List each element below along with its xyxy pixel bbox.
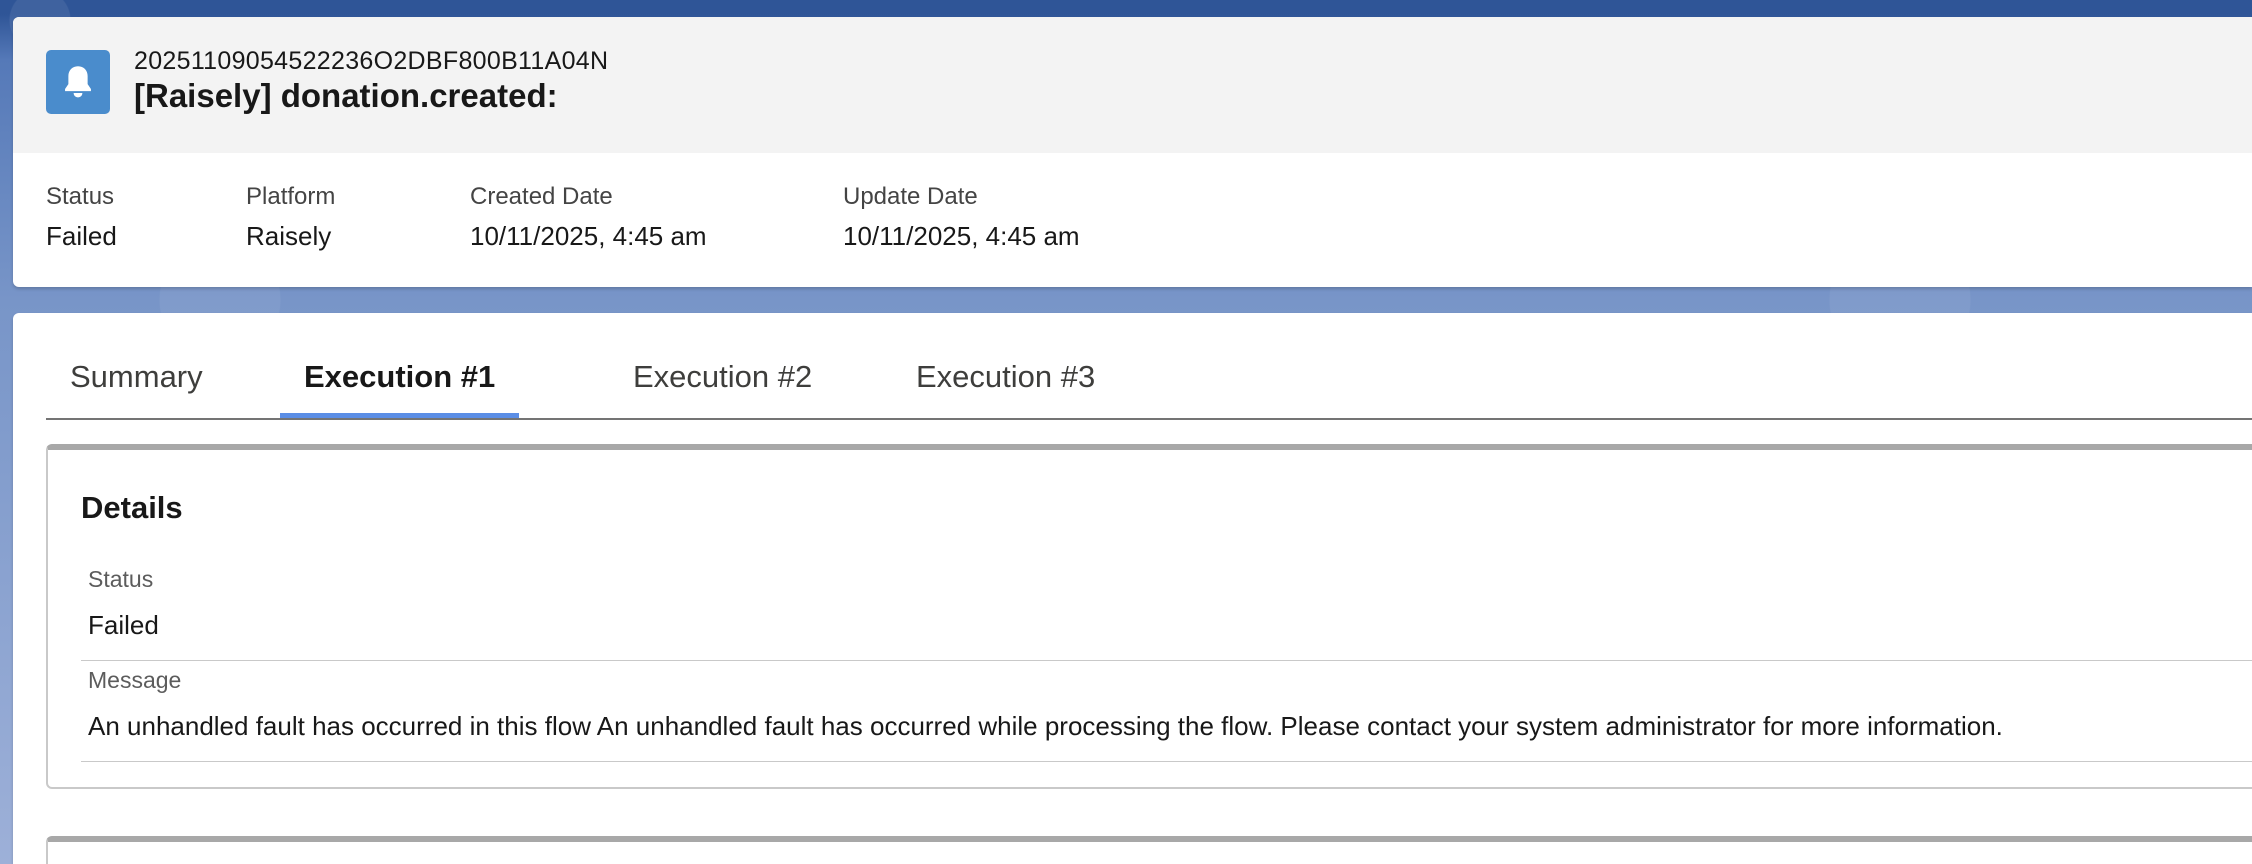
highlight-platform: Platform Raisely bbox=[246, 183, 335, 252]
detail-row-message: Message An unhandled fault has occurred … bbox=[81, 661, 2252, 762]
highlight-label: Platform bbox=[246, 183, 336, 210]
record-header-top: 20251109054522236O2DBF800B11A04N [Raisel… bbox=[13, 17, 2252, 153]
next-section bbox=[46, 836, 2252, 864]
detail-value: An unhandled fault has occurred in this … bbox=[88, 711, 2003, 741]
main-card: Summary Execution #1 Execution #2 Execut… bbox=[13, 313, 2252, 864]
highlight-update-date: Update Date 10/11/2025, 4:45 am bbox=[843, 183, 1080, 252]
record-title: [Raisely] donation.created: bbox=[134, 77, 558, 114]
tab-bar: Summary Execution #1 Execution #2 Execut… bbox=[46, 313, 2252, 420]
highlight-value: Failed bbox=[46, 221, 117, 251]
bell-icon bbox=[46, 50, 110, 114]
tab-execution-1[interactable]: Execution #1 bbox=[280, 359, 520, 418]
record-header: 20251109054522236O2DBF800B11A04N [Raisel… bbox=[13, 17, 2252, 287]
highlight-created-date: Created Date 10/11/2025, 4:45 am bbox=[470, 183, 707, 252]
detail-label: Status bbox=[88, 566, 154, 592]
details-section: Details Status Failed Message An unhandl… bbox=[46, 444, 2252, 789]
tab-execution-2[interactable]: Execution #2 bbox=[609, 359, 836, 418]
highlight-label: Update Date bbox=[843, 183, 978, 210]
details-heading: Details bbox=[81, 490, 183, 525]
highlight-value: 10/11/2025, 4:45 am bbox=[470, 221, 707, 251]
highlights-panel: Status Failed Platform Raisely Created D… bbox=[13, 153, 2252, 287]
detail-value: Failed bbox=[88, 610, 159, 640]
tab-execution-3[interactable]: Execution #3 bbox=[892, 359, 1119, 418]
highlight-label: Status bbox=[46, 183, 115, 210]
highlight-label: Created Date bbox=[470, 183, 613, 210]
detail-label: Message bbox=[88, 667, 182, 693]
detail-row-status: Status Failed bbox=[81, 560, 2252, 661]
record-id: 20251109054522236O2DBF800B11A04N bbox=[134, 47, 609, 75]
highlight-value: 10/11/2025, 4:45 am bbox=[843, 221, 1080, 251]
highlight-value: Raisely bbox=[246, 221, 332, 251]
highlight-status: Status Failed bbox=[46, 183, 117, 252]
tab-summary[interactable]: Summary bbox=[46, 359, 227, 418]
